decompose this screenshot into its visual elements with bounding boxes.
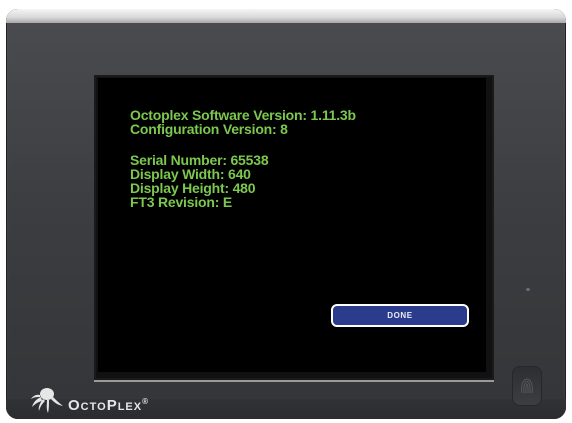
display-screen: Octoplex Software Version: 1.11.3b Confi… bbox=[98, 78, 486, 372]
ft3-revision-text: FT3 Revision: E bbox=[130, 194, 233, 210]
indicator-led bbox=[526, 288, 530, 291]
display-width-text: Display Width: 640 bbox=[130, 166, 251, 182]
software-version-text: Octoplex Software Version: 1.11.3b bbox=[130, 107, 356, 123]
fingerprint-icon bbox=[521, 378, 533, 394]
serial-number-text: Serial Number: 65538 bbox=[130, 152, 269, 168]
brand-name: OctoPlex® bbox=[68, 397, 149, 414]
trademark-symbol: ® bbox=[142, 397, 149, 406]
version-info: Octoplex Software Version: 1.11.3b Confi… bbox=[130, 108, 356, 136]
fingerprint-sensor[interactable] bbox=[512, 366, 542, 406]
hardware-info: Serial Number: 65538 Display Width: 640 … bbox=[130, 152, 269, 210]
octoplex-logo: OctoPlex® bbox=[30, 385, 200, 419]
display-height-text: Display Height: 480 bbox=[130, 180, 256, 196]
brand-wordmark: OctoPlex bbox=[68, 397, 143, 414]
octopus-logo-icon bbox=[31, 388, 63, 413]
device-top-trim bbox=[6, 9, 566, 23]
done-button[interactable]: DONE bbox=[331, 304, 469, 327]
configuration-version-text: Configuration Version: 8 bbox=[130, 121, 288, 137]
